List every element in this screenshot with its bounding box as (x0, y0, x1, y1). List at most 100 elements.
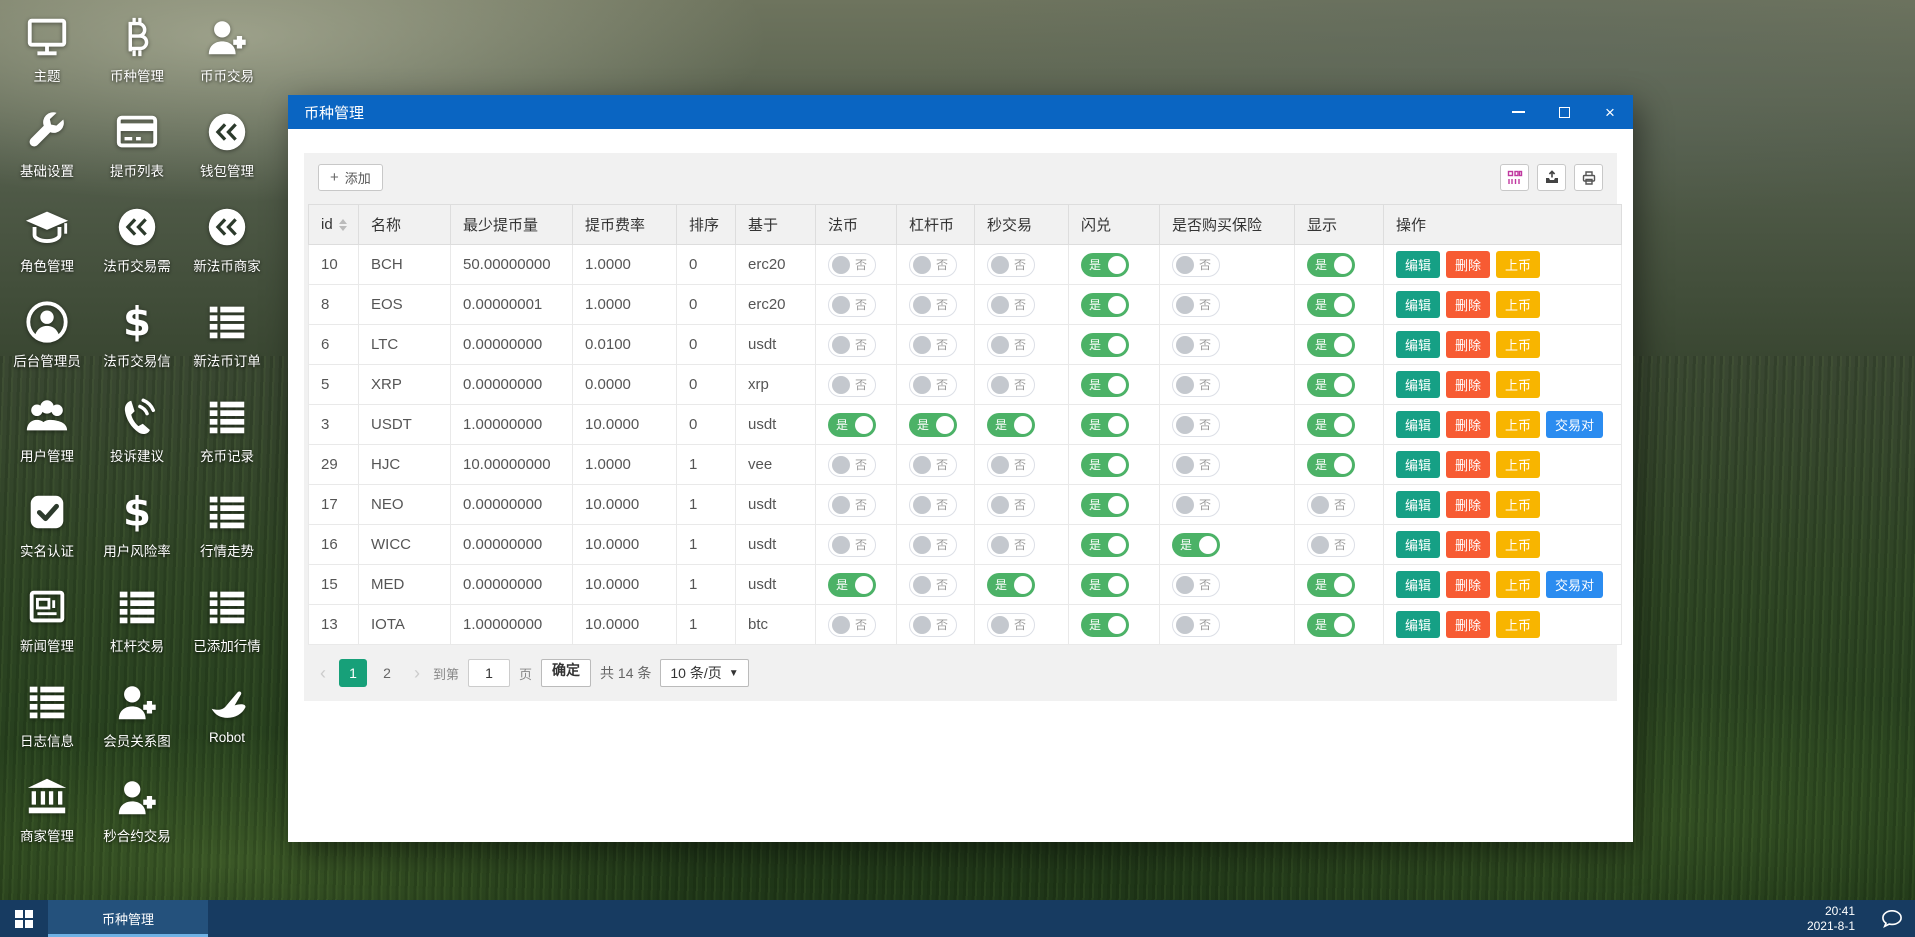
toggle-insurance-off[interactable]: 否 (1172, 492, 1220, 517)
close-icon[interactable]: × (1587, 95, 1633, 129)
desktop-icon-法币交易信[interactable]: $ 法币交易信 (92, 289, 182, 384)
desktop-icon-日志信息[interactable]: 日志信息 (2, 669, 92, 764)
toggle-show-on[interactable]: 是 (1307, 292, 1355, 317)
toggle-fiat-off[interactable]: 否 (828, 452, 876, 477)
toggle-flash-on[interactable]: 是 (1081, 612, 1129, 637)
taskbar-item-coin-management[interactable]: 币种管理 (48, 900, 208, 937)
toggle-flash-on[interactable]: 是 (1081, 292, 1129, 317)
desktop-icon-后台管理员[interactable]: 后台管理员 (2, 289, 92, 384)
toggle-lever-off[interactable]: 否 (909, 332, 957, 357)
toggle-seconds-on[interactable]: 是 (987, 412, 1035, 437)
toggle-fiat-off[interactable]: 否 (828, 532, 876, 557)
desktop-icon-行情走势[interactable]: 行情走势 (182, 479, 272, 574)
toggle-flash-on[interactable]: 是 (1081, 332, 1129, 357)
desktop-icon-新法币订单[interactable]: 新法币订单 (182, 289, 272, 384)
listing-button[interactable]: 上币 (1496, 291, 1541, 318)
desktop-icon-法币交易需[interactable]: 法币交易需 (92, 194, 182, 289)
toggle-seconds-off[interactable]: 否 (987, 612, 1035, 637)
listing-button[interactable]: 上币 (1496, 491, 1541, 518)
add-button[interactable]: + 添加 (318, 164, 383, 191)
desktop-icon-币种管理[interactable]: 币种管理 (92, 4, 182, 99)
delete-button[interactable]: 删除 (1446, 571, 1491, 598)
minimize-icon[interactable] (1495, 95, 1541, 129)
listing-button[interactable]: 上币 (1496, 531, 1541, 558)
edit-button[interactable]: 编辑 (1396, 571, 1441, 598)
trading-pair-button[interactable]: 交易对 (1546, 571, 1604, 598)
edit-button[interactable]: 编辑 (1396, 411, 1441, 438)
desktop-icon-角色管理[interactable]: 角色管理 (2, 194, 92, 289)
toggle-insurance-off[interactable]: 否 (1172, 572, 1220, 597)
toggle-flash-on[interactable]: 是 (1081, 572, 1129, 597)
desktop-icon-新闻管理[interactable]: 新闻管理 (2, 574, 92, 669)
edit-button[interactable]: 编辑 (1396, 611, 1441, 638)
next-page-icon[interactable]: › (410, 663, 424, 684)
delete-button[interactable]: 删除 (1446, 531, 1491, 558)
toggle-insurance-off[interactable]: 否 (1172, 332, 1220, 357)
desktop-icon-基础设置[interactable]: 基础设置 (2, 99, 92, 194)
toggle-lever-off[interactable]: 否 (909, 252, 957, 277)
toggle-insurance-on[interactable]: 是 (1172, 532, 1220, 557)
desktop-icon-会员关系图[interactable]: 会员关系图 (92, 669, 182, 764)
desktop-icon-杠杆交易[interactable]: 杠杆交易 (92, 574, 182, 669)
edit-button[interactable]: 编辑 (1396, 291, 1441, 318)
toggle-lever-off[interactable]: 否 (909, 492, 957, 517)
per-page-select[interactable]: 10 条/页 ▼ (660, 659, 749, 687)
toggle-seconds-off[interactable]: 否 (987, 292, 1035, 317)
toggle-insurance-off[interactable]: 否 (1172, 612, 1220, 637)
confirm-button[interactable]: 确定 (541, 659, 592, 687)
desktop-icon-钱包管理[interactable]: 钱包管理 (182, 99, 272, 194)
delete-button[interactable]: 删除 (1446, 291, 1491, 318)
desktop-icon-已添加行情[interactable]: 已添加行情 (182, 574, 272, 669)
toggle-seconds-off[interactable]: 否 (987, 452, 1035, 477)
toggle-show-off[interactable]: 否 (1307, 532, 1355, 557)
toggle-show-on[interactable]: 是 (1307, 372, 1355, 397)
toggle-lever-off[interactable]: 否 (909, 532, 957, 557)
delete-button[interactable]: 删除 (1446, 451, 1491, 478)
delete-button[interactable]: 删除 (1446, 411, 1491, 438)
toggle-seconds-off[interactable]: 否 (987, 252, 1035, 277)
toggle-fiat-off[interactable]: 否 (828, 332, 876, 357)
toggle-seconds-on[interactable]: 是 (987, 572, 1035, 597)
delete-button[interactable]: 删除 (1446, 371, 1491, 398)
toggle-lever-on[interactable]: 是 (909, 412, 957, 437)
toggle-seconds-off[interactable]: 否 (987, 492, 1035, 517)
toggle-insurance-off[interactable]: 否 (1172, 452, 1220, 477)
toggle-insurance-off[interactable]: 否 (1172, 412, 1220, 437)
desktop-icon-商家管理[interactable]: 商家管理 (2, 764, 92, 859)
edit-button[interactable]: 编辑 (1396, 531, 1441, 558)
toggle-lever-off[interactable]: 否 (909, 452, 957, 477)
toggle-show-on[interactable]: 是 (1307, 332, 1355, 357)
toggle-flash-on[interactable]: 是 (1081, 252, 1129, 277)
columns-button[interactable] (1500, 164, 1529, 191)
toggle-show-on[interactable]: 是 (1307, 612, 1355, 637)
toggle-insurance-off[interactable]: 否 (1172, 372, 1220, 397)
desktop-icon-投诉建议[interactable]: 投诉建议 (92, 384, 182, 479)
listing-button[interactable]: 上币 (1496, 331, 1541, 358)
listing-button[interactable]: 上币 (1496, 571, 1541, 598)
trading-pair-button[interactable]: 交易对 (1546, 411, 1604, 438)
toggle-show-on[interactable]: 是 (1307, 412, 1355, 437)
toggle-show-on[interactable]: 是 (1307, 452, 1355, 477)
delete-button[interactable]: 删除 (1446, 491, 1491, 518)
toggle-seconds-off[interactable]: 否 (987, 372, 1035, 397)
toggle-insurance-off[interactable]: 否 (1172, 292, 1220, 317)
desktop-icon-充币记录[interactable]: 充币记录 (182, 384, 272, 479)
toggle-fiat-on[interactable]: 是 (828, 412, 876, 437)
desktop-icon-Robot[interactable]: Robot (182, 669, 272, 764)
desktop-icon-提币列表[interactable]: 提币列表 (92, 99, 182, 194)
toggle-lever-off[interactable]: 否 (909, 612, 957, 637)
page-number-input[interactable] (468, 659, 511, 687)
toggle-lever-off[interactable]: 否 (909, 372, 957, 397)
delete-button[interactable]: 删除 (1446, 251, 1491, 278)
edit-button[interactable]: 编辑 (1396, 491, 1441, 518)
desktop-icon-新法币商家[interactable]: 新法币商家 (182, 194, 272, 289)
edit-button[interactable]: 编辑 (1396, 331, 1441, 358)
page-button-1[interactable]: 1 (339, 659, 367, 687)
edit-button[interactable]: 编辑 (1396, 451, 1441, 478)
toggle-seconds-off[interactable]: 否 (987, 332, 1035, 357)
print-button[interactable] (1574, 164, 1603, 191)
toggle-lever-off[interactable]: 否 (909, 292, 957, 317)
listing-button[interactable]: 上币 (1496, 371, 1541, 398)
toggle-fiat-on[interactable]: 是 (828, 572, 876, 597)
toggle-flash-on[interactable]: 是 (1081, 372, 1129, 397)
